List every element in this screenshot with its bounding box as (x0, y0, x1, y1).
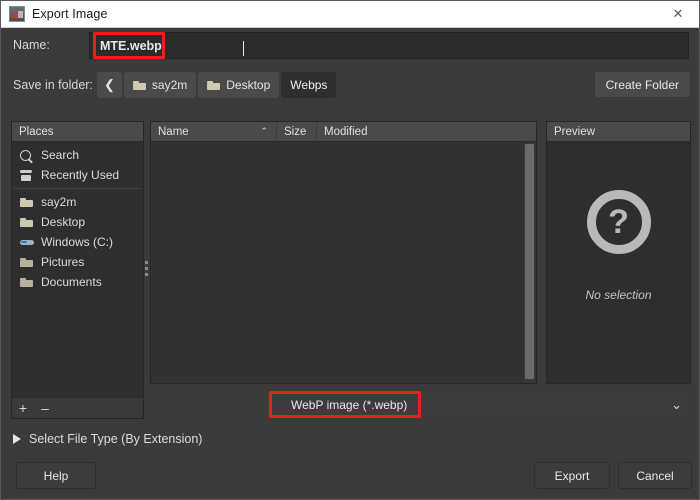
places-item-search[interactable]: Search (12, 145, 143, 165)
file-type-dropdown[interactable]: WebP image (*.webp) ⌄ (273, 394, 690, 416)
window-title: Export Image (32, 7, 108, 21)
folder-icon (207, 80, 220, 90)
preview-panel: Preview ? No selection (546, 121, 691, 384)
places-item-label: Windows (C:) (41, 235, 113, 249)
places-divider (14, 188, 141, 189)
add-place-button[interactable]: + (12, 401, 34, 415)
sort-ascending-icon: ⌃ (260, 126, 268, 137)
file-type-value: WebP image (*.webp) (273, 398, 407, 412)
places-list: Search Recently Used say2m Desktop Windo… (12, 142, 143, 292)
places-item-label: Desktop (41, 215, 85, 229)
chevron-down-icon: ⌄ (671, 397, 682, 413)
folder-icon (133, 80, 146, 90)
folder-icon (20, 217, 35, 227)
places-item-desktop[interactable]: Desktop (12, 212, 143, 232)
places-item-label: Search (41, 148, 79, 162)
places-item-label: Documents (41, 275, 102, 289)
help-button[interactable]: Help (16, 462, 96, 489)
cancel-button[interactable]: Cancel (618, 462, 692, 489)
breadcrumb-item-desktop[interactable]: Desktop (198, 72, 279, 98)
folder-icon (20, 277, 35, 287)
breadcrumb-back-button[interactable]: ❮ (97, 72, 122, 98)
scrollbar-thumb[interactable] (525, 144, 534, 379)
file-list-scrollbar[interactable] (524, 143, 535, 382)
breadcrumb-label: Desktop (226, 78, 270, 92)
places-item-pictures[interactable]: Pictures (12, 252, 143, 272)
name-row: Name: MTE.webp (1, 28, 700, 63)
breadcrumb-item-say2m[interactable]: say2m (124, 72, 196, 98)
column-label: Modified (324, 126, 367, 138)
places-item-label: Pictures (41, 255, 84, 269)
dialog-button-bar: Help Export Cancel (1, 451, 700, 499)
places-item-label: say2m (41, 195, 76, 209)
preview-header: Preview (547, 122, 690, 142)
text-cursor (243, 41, 244, 56)
places-header: Places (12, 122, 143, 142)
breadcrumb-label: say2m (152, 78, 187, 92)
title-bar: Export Image ✕ (1, 1, 700, 28)
select-file-type-label: Select File Type (By Extension) (29, 432, 202, 446)
breadcrumb-item-webps[interactable]: Webps (281, 72, 336, 98)
places-item-say2m[interactable]: say2m (12, 192, 143, 212)
select-file-type-expander[interactable]: Select File Type (By Extension) (13, 432, 202, 446)
column-label: Size (284, 126, 306, 138)
search-icon (20, 150, 35, 161)
gimp-icon (9, 6, 25, 22)
remove-place-button[interactable]: – (34, 401, 56, 415)
file-list-body[interactable] (151, 142, 536, 403)
drive-icon (20, 238, 35, 247)
places-panel: Places Search Recently Used say2m Deskto… (11, 121, 144, 419)
save-in-folder-row: Save in folder: ❮ say2m Desktop Webps Cr… (1, 67, 700, 107)
splitter-handle-icon (145, 261, 149, 279)
preview-body: ? No selection (547, 142, 690, 383)
export-button[interactable]: Export (534, 462, 610, 489)
column-header-name[interactable]: Name ⌃ (151, 122, 277, 141)
save-in-folder-label: Save in folder: (13, 78, 93, 92)
breadcrumb-label: Webps (290, 78, 327, 92)
places-item-documents[interactable]: Documents (12, 272, 143, 292)
name-label: Name: (13, 38, 50, 52)
question-mark-icon: ? (587, 190, 651, 254)
export-image-dialog: Export Image ✕ Name: MTE.webp Save in fo… (0, 0, 700, 500)
folder-icon (20, 197, 35, 207)
file-list-header: Name ⌃ Size Modified (151, 122, 536, 142)
column-header-size[interactable]: Size (277, 122, 317, 141)
create-folder-button[interactable]: Create Folder (594, 71, 691, 98)
places-footer: + – (12, 397, 143, 418)
file-list-panel: Name ⌃ Size Modified (150, 121, 537, 384)
places-item-label: Recently Used (41, 168, 119, 182)
filename-input[interactable]: MTE.webp (89, 32, 689, 59)
recent-icon (20, 170, 35, 181)
expander-arrow-icon (13, 434, 21, 444)
column-header-modified[interactable]: Modified (317, 122, 536, 141)
column-label: Name (158, 126, 189, 138)
folder-icon (20, 257, 35, 267)
preview-empty-text: No selection (547, 288, 690, 302)
breadcrumb: ❮ say2m Desktop Webps (97, 72, 336, 98)
filename-value: MTE.webp (100, 39, 162, 53)
places-item-windows-c[interactable]: Windows (C:) (12, 232, 143, 252)
places-item-recently-used[interactable]: Recently Used (12, 165, 143, 185)
close-icon[interactable]: ✕ (655, 1, 700, 27)
